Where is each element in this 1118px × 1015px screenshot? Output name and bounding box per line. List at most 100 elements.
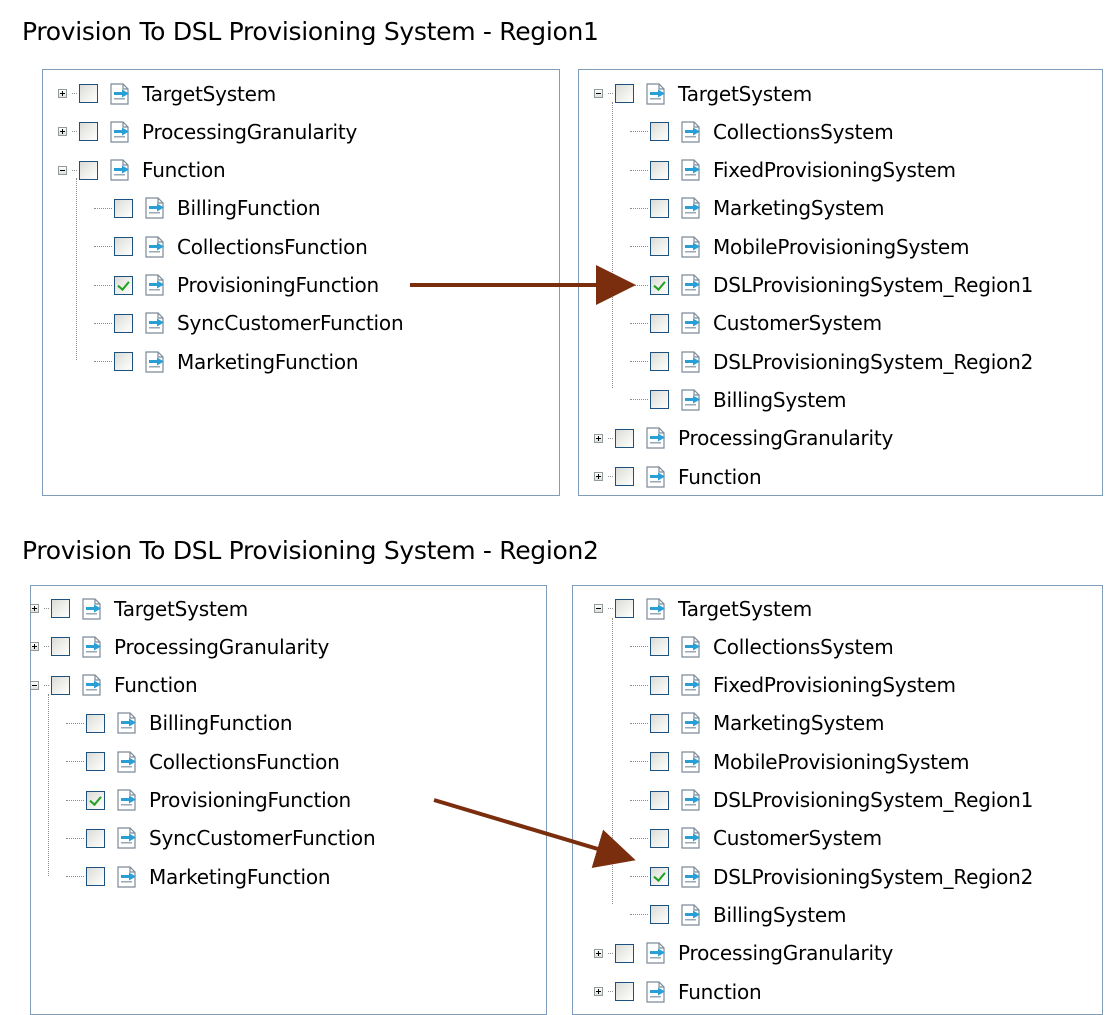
tree-guide-line <box>612 102 613 388</box>
tree-node-processing-granularity[interactable]: ProcessingGranularity <box>594 420 893 457</box>
tree-node-dslprovisioning-system-region2[interactable]: DSLProvisioningSystem_Region2 <box>630 343 1033 380</box>
tree-node-sync-customer-function[interactable]: SyncCustomerFunction <box>94 305 404 342</box>
tree-node-dslprovisioning-system-region1[interactable]: DSLProvisioningSystem_Region1 <box>630 782 1033 819</box>
node-checkbox[interactable] <box>615 467 634 486</box>
plus-expander-icon[interactable] <box>594 472 603 481</box>
node-checkbox[interactable] <box>650 237 669 257</box>
node-checkbox[interactable] <box>650 160 669 180</box>
tree-node-fixed-provisioning-system[interactable]: FixedProvisioningSystem <box>630 667 956 704</box>
plus-expander-icon[interactable] <box>30 604 39 613</box>
tree-node-provisioning-function[interactable]: ProvisioningFunction <box>94 267 379 304</box>
document-arrow-icon <box>680 865 702 888</box>
tree-node-function[interactable]: Function <box>58 152 226 189</box>
tree-node-collections-function[interactable]: CollectionsFunction <box>94 228 368 265</box>
node-checkbox[interactable] <box>114 313 133 333</box>
tree-node-billing-system[interactable]: BillingSystem <box>630 381 847 418</box>
tree-node-fixed-provisioning-system[interactable]: FixedProvisioningSystem <box>630 152 956 189</box>
node-checkbox[interactable] <box>615 599 634 618</box>
tree-node-collections-system[interactable]: CollectionsSystem <box>630 113 894 150</box>
minus-expander-icon[interactable] <box>58 165 67 175</box>
node-checkbox[interactable] <box>51 599 70 618</box>
tree-node-function[interactable]: Function <box>30 667 198 704</box>
tree-node-sync-customer-function[interactable]: SyncCustomerFunction <box>66 820 376 857</box>
node-checkbox[interactable] <box>114 198 133 218</box>
tree-node-function[interactable]: Function <box>594 973 762 1010</box>
document-arrow-icon <box>680 274 702 296</box>
document-arrow-icon <box>81 674 103 696</box>
tree-node-mobile-provisioning-system[interactable]: MobileProvisioningSystem <box>630 743 970 780</box>
node-checkbox[interactable] <box>79 160 98 180</box>
tree-node-label: ProcessingGranularity <box>114 634 330 659</box>
tree-node-billing-function[interactable]: BillingFunction <box>94 190 321 227</box>
plus-expander-icon[interactable] <box>594 948 603 958</box>
node-checkbox[interactable] <box>51 675 70 695</box>
minus-expander-icon[interactable] <box>594 89 603 98</box>
node-checkbox[interactable] <box>615 982 634 1001</box>
plus-expander-icon[interactable] <box>30 642 39 652</box>
tree-connector <box>66 761 84 763</box>
node-checkbox[interactable] <box>650 905 669 925</box>
minus-expander-icon[interactable] <box>594 604 603 613</box>
node-checkbox[interactable] <box>650 198 669 218</box>
node-checkbox[interactable] <box>86 713 105 733</box>
node-checkbox[interactable] <box>650 313 669 333</box>
plus-expander-icon[interactable] <box>594 987 603 996</box>
tree-node-processing-granularity[interactable]: ProcessingGranularity <box>594 935 893 972</box>
tree-node-dslprovisioning-system-region1[interactable]: DSLProvisioningSystem_Region1 <box>630 267 1033 304</box>
node-checkbox[interactable] <box>650 390 669 410</box>
tree-node-dslprovisioning-system-region2[interactable]: DSLProvisioningSystem_Region2 <box>630 858 1033 895</box>
node-checkbox[interactable] <box>79 84 98 103</box>
tree-node-mobile-provisioning-system[interactable]: MobileProvisioningSystem <box>630 228 970 265</box>
tree-node-collections-function[interactable]: CollectionsFunction <box>66 743 340 780</box>
node-checkbox[interactable] <box>650 122 669 142</box>
tree-node-customer-system[interactable]: CustomerSystem <box>630 305 882 342</box>
tree-node-processing-granularity[interactable]: ProcessingGranularity <box>30 628 329 665</box>
tree-connector <box>608 437 613 439</box>
node-checkbox[interactable] <box>86 828 105 848</box>
tree-node-marketing-system[interactable]: MarketingSystem <box>630 705 884 742</box>
tree-connector <box>630 684 648 686</box>
tree-node-target-system[interactable]: TargetSystem <box>58 75 276 112</box>
node-checkbox[interactable] <box>650 637 669 657</box>
tree-node-target-system[interactable]: TargetSystem <box>30 590 248 627</box>
tree-node-billing-system[interactable]: BillingSystem <box>630 896 847 933</box>
tree-node-function[interactable]: Function <box>594 458 762 495</box>
tree-node-target-system[interactable]: TargetSystem <box>594 75 812 112</box>
node-checkbox[interactable] <box>114 275 133 295</box>
tree-node-label: DSLProvisioningSystem_Region1 <box>713 273 1034 297</box>
tree-node-provisioning-function[interactable]: ProvisioningFunction <box>66 782 351 819</box>
tree-node-marketing-function[interactable]: MarketingFunction <box>94 343 359 380</box>
node-checkbox[interactable] <box>86 752 105 772</box>
node-checkbox[interactable] <box>51 637 70 657</box>
node-checkbox[interactable] <box>650 867 669 887</box>
tree-node-customer-system[interactable]: CustomerSystem <box>630 820 882 857</box>
plus-expander-icon[interactable] <box>594 433 603 443</box>
tree-node-target-system[interactable]: TargetSystem <box>594 590 812 627</box>
node-checkbox[interactable] <box>615 943 634 963</box>
node-checkbox[interactable] <box>114 352 133 372</box>
node-checkbox[interactable] <box>615 428 634 448</box>
node-checkbox[interactable] <box>650 352 669 372</box>
plus-expander-icon[interactable] <box>58 89 67 98</box>
tree-node-billing-function[interactable]: BillingFunction <box>66 705 293 742</box>
tree-node-collections-system[interactable]: CollectionsSystem <box>630 628 894 665</box>
node-checkbox[interactable] <box>650 275 669 295</box>
minus-expander-icon[interactable] <box>30 680 39 690</box>
tree-connector <box>72 169 77 171</box>
node-checkbox[interactable] <box>650 828 669 848</box>
node-checkbox[interactable] <box>79 122 98 142</box>
node-checkbox[interactable] <box>650 713 669 733</box>
node-checkbox[interactable] <box>650 790 669 810</box>
node-checkbox[interactable] <box>86 867 105 887</box>
node-checkbox[interactable] <box>114 237 133 257</box>
node-checkbox[interactable] <box>86 790 105 810</box>
tree-connector <box>608 476 613 477</box>
node-checkbox[interactable] <box>650 675 669 695</box>
tree-node-marketing-system[interactable]: MarketingSystem <box>630 190 884 227</box>
document-arrow-icon <box>144 350 166 373</box>
node-checkbox[interactable] <box>650 752 669 772</box>
node-checkbox[interactable] <box>615 84 634 103</box>
tree-node-processing-granularity[interactable]: ProcessingGranularity <box>58 113 357 150</box>
plus-expander-icon[interactable] <box>58 127 67 137</box>
tree-node-marketing-function[interactable]: MarketingFunction <box>66 858 331 895</box>
